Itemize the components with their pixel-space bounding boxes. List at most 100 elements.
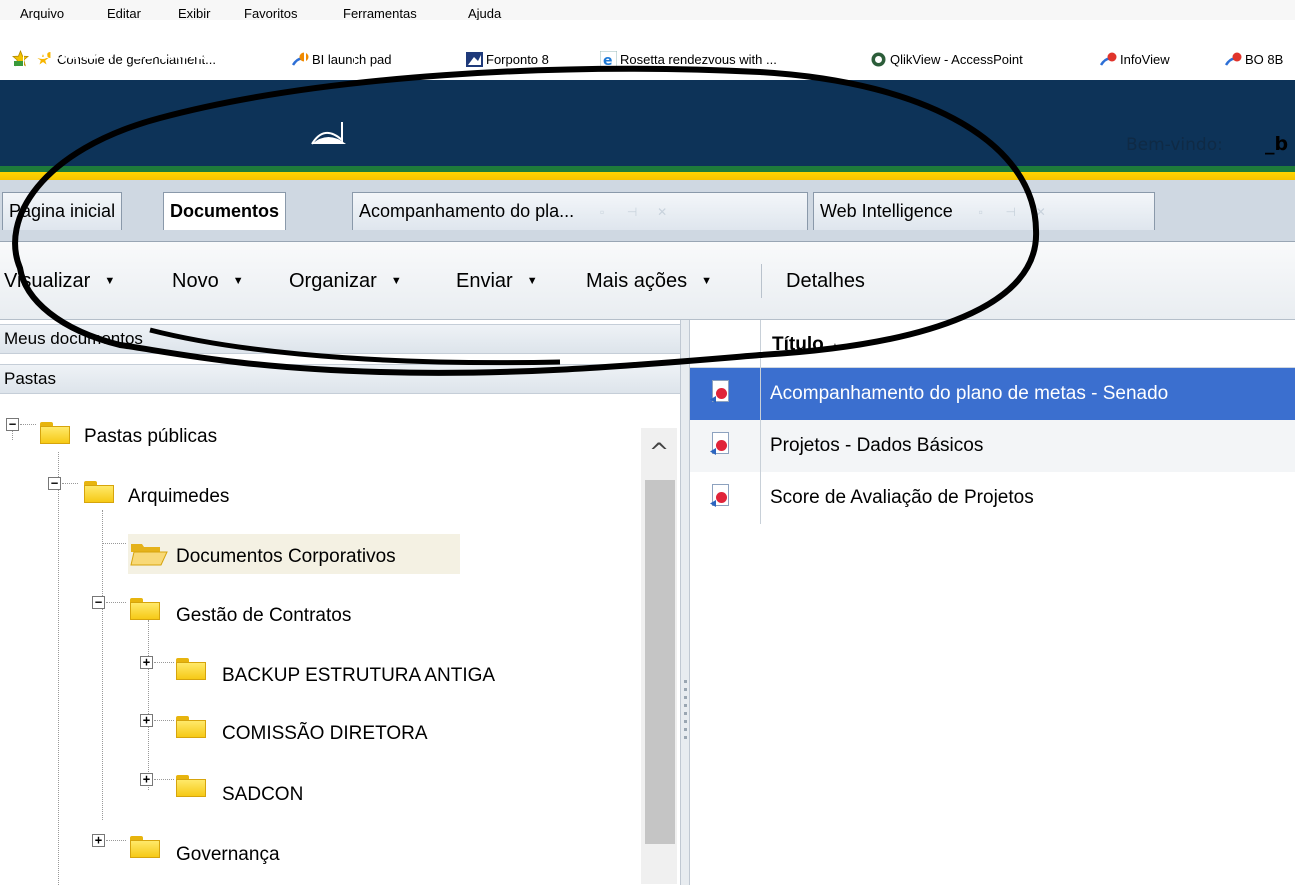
toolbar-label: Organizar xyxy=(289,270,377,292)
bo-icon xyxy=(1099,51,1117,68)
folder-icon xyxy=(176,716,206,738)
tab-documentos[interactable]: Documentos xyxy=(163,192,287,230)
favorite-forponto[interactable]: Forponto 8 xyxy=(466,47,549,71)
tree-node-arquimedes[interactable]: Arquimedes xyxy=(128,486,229,508)
tree-node-backup[interactable]: BACKUP ESTRUTURA ANTIGA xyxy=(222,665,495,687)
splitter-grip xyxy=(684,720,687,723)
restore-icon[interactable]: ▫ xyxy=(596,206,608,218)
forponto-icon xyxy=(466,51,483,68)
folder-icon xyxy=(130,598,160,620)
app-header xyxy=(0,80,1295,172)
senado-logo-icon xyxy=(311,122,346,145)
splitter-grip xyxy=(684,728,687,731)
tab-label: Página inicial xyxy=(9,201,116,221)
collapse-icon[interactable]: − xyxy=(6,418,19,431)
tree-line xyxy=(102,543,126,544)
collapse-icon[interactable]: − xyxy=(48,477,61,490)
welcome-text: Bem-vindo: xyxy=(1126,135,1223,155)
chevron-up-icon[interactable]: ^ xyxy=(641,428,677,468)
list-row-score[interactable]: Score de Avaliação de Projetos xyxy=(690,472,1295,524)
expand-icon[interactable]: + xyxy=(140,656,153,669)
tree-node-documentos-corporativos[interactable]: Documentos Corporativos xyxy=(176,546,396,568)
bo-icon xyxy=(1224,51,1242,68)
splitter-grip xyxy=(684,704,687,707)
expand-icon[interactable]: + xyxy=(140,773,153,786)
toolbar-label: Enviar xyxy=(456,270,513,292)
pane-splitter[interactable] xyxy=(680,320,690,885)
column-divider xyxy=(760,472,761,524)
visualizar-menu[interactable]: Visualizar ▼ xyxy=(4,270,115,293)
folder-icon xyxy=(40,422,70,444)
tree-node-governanca[interactable]: Governança xyxy=(176,844,280,866)
tree-line xyxy=(154,779,174,780)
meus-documentos-header[interactable]: Meus documentos xyxy=(0,324,680,354)
scrollbar-thumb[interactable] xyxy=(645,480,675,844)
folder-icon xyxy=(84,481,114,503)
tree-node-comissao[interactable]: COMISSÃO DIRETORA xyxy=(222,723,428,745)
tree-line xyxy=(102,510,103,820)
tree-node-gestao-contratos[interactable]: Gestão de Contratos xyxy=(176,605,351,627)
column-title-label: Título xyxy=(772,334,824,355)
menu-bar: Arquivo Editar Exibir Favoritos Ferramen… xyxy=(0,0,1295,20)
splitter-grip xyxy=(684,688,687,691)
menu-exibir[interactable]: Exibir xyxy=(178,7,211,20)
tree-line xyxy=(62,483,78,484)
favorite-label: BO 8B xyxy=(1245,51,1284,67)
tree-line xyxy=(106,840,126,841)
favorite-label: Rosetta rendezvous with ... xyxy=(620,51,777,67)
logo: SENADO FEDERAL xyxy=(37,44,206,63)
favorite-bo8b[interactable]: BO 8B xyxy=(1224,47,1284,71)
pin-icon[interactable]: ⊣ xyxy=(1005,206,1017,218)
close-icon[interactable]: ✕ xyxy=(1035,206,1047,218)
tree-line xyxy=(58,452,59,885)
tab-web-intelligence[interactable]: Web Intelligence ▫ ⊣ ✕ xyxy=(813,192,1155,230)
collapse-icon[interactable]: − xyxy=(92,596,105,609)
favorite-label: Forponto 8 xyxy=(486,51,549,67)
folder-icon xyxy=(130,836,160,858)
expand-icon[interactable]: + xyxy=(140,714,153,727)
webi-document-icon xyxy=(710,484,732,508)
pin-icon[interactable]: ⊣ xyxy=(626,206,638,218)
list-row-projetos[interactable]: Projetos - Dados Básicos xyxy=(690,420,1295,472)
documents-list: Título ▲ Acompanhamento do plano de meta… xyxy=(690,320,1295,885)
menu-ferramentas[interactable]: Ferramentas xyxy=(343,7,417,20)
novo-menu[interactable]: Novo ▼ xyxy=(172,270,244,293)
column-titulo[interactable]: Título ▲ xyxy=(772,334,841,356)
restore-icon[interactable]: ▫ xyxy=(975,206,987,218)
toolbar-divider xyxy=(761,264,762,298)
tree-node-pastas-publicas[interactable]: Pastas públicas xyxy=(84,426,217,448)
column-divider xyxy=(760,368,761,420)
favorite-qlikview[interactable]: QlikView - AccessPoint xyxy=(870,47,1023,71)
menu-ajuda[interactable]: Ajuda xyxy=(468,7,501,20)
splitter-grip xyxy=(684,696,687,699)
icon-cell xyxy=(690,368,760,420)
favorite-infoview[interactable]: InfoView xyxy=(1099,47,1170,71)
tree-scrollbar[interactable]: ^ xyxy=(641,428,677,884)
close-icon[interactable]: ✕ xyxy=(656,206,668,218)
menu-editar[interactable]: Editar xyxy=(107,7,141,20)
tab-label: Web Intelligence xyxy=(820,201,953,221)
toolbar-label: Visualizar xyxy=(4,270,91,292)
menu-favoritos[interactable]: Favoritos xyxy=(244,7,297,20)
welcome-user[interactable]: _b xyxy=(1265,133,1288,155)
expand-icon[interactable]: + xyxy=(92,834,105,847)
chevron-down-icon: ▼ xyxy=(104,275,116,287)
tree-node-sadcon[interactable]: SADCON xyxy=(222,784,303,806)
tree-line xyxy=(154,720,174,721)
chevron-down-icon: ▼ xyxy=(526,275,538,287)
tab-pagina-inicial[interactable]: Página inicial xyxy=(2,192,123,230)
tab-acompanhamento[interactable]: Acompanhamento do pla... ▫ ⊣ ✕ xyxy=(352,192,808,230)
folder-icon xyxy=(176,775,206,797)
pastas-header[interactable]: Pastas xyxy=(0,364,680,394)
column-divider xyxy=(760,420,761,472)
webi-document-icon xyxy=(710,432,732,456)
favorite-rosetta[interactable]: e Rosetta rendezvous with ... xyxy=(599,47,777,71)
list-row-acompanhamento[interactable]: Acompanhamento do plano de metas - Senad… xyxy=(690,368,1295,420)
organizar-menu[interactable]: Organizar ▼ xyxy=(289,270,402,293)
mais-acoes-menu[interactable]: Mais ações ▼ xyxy=(586,270,712,293)
tab-label: Acompanhamento do pla... xyxy=(359,201,575,221)
enviar-menu[interactable]: Enviar ▼ xyxy=(456,270,538,293)
menu-arquivo[interactable]: Arquivo xyxy=(20,7,64,20)
detalhes-button[interactable]: Detalhes xyxy=(786,270,865,293)
column-divider xyxy=(760,320,761,368)
